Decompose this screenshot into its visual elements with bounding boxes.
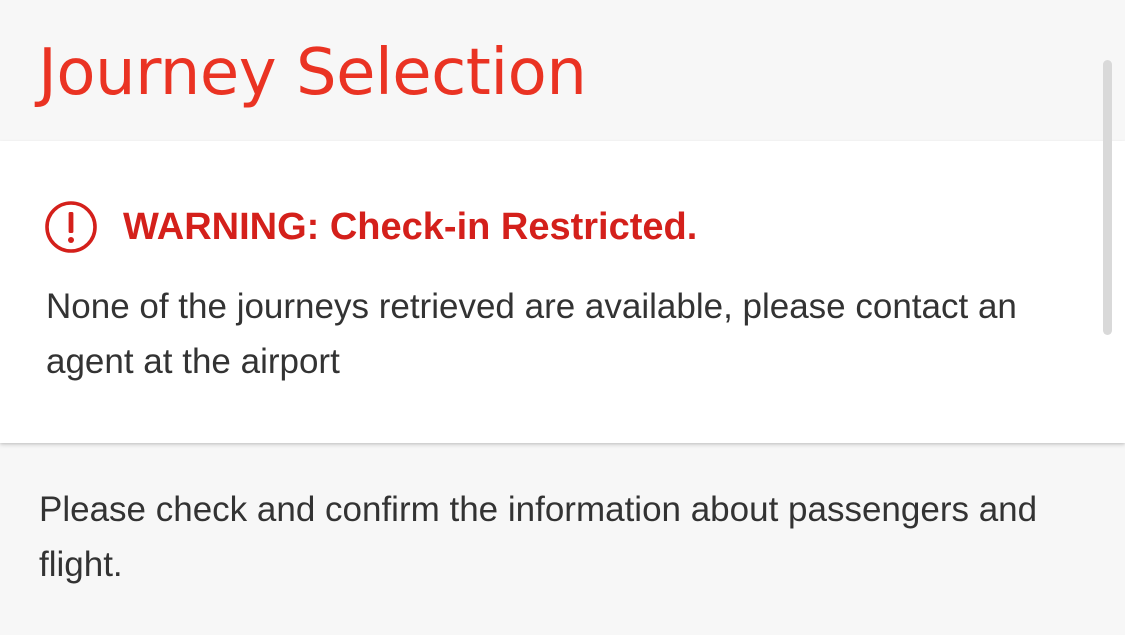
scrollbar-thumb[interactable] bbox=[1103, 60, 1112, 335]
warning-card: WARNING: Check-in Restricted. None of th… bbox=[0, 141, 1125, 443]
warning-header: WARNING: Check-in Restricted. bbox=[45, 197, 697, 257]
warning-message: None of the journeys retrieved are avail… bbox=[46, 287, 1017, 381]
warning-title: WARNING: Check-in Restricted. bbox=[123, 205, 698, 248]
info-text: Please check and confirm the information… bbox=[39, 490, 1038, 584]
page-title: Journey Selection bbox=[38, 36, 587, 110]
alert-circle-icon bbox=[45, 201, 97, 253]
